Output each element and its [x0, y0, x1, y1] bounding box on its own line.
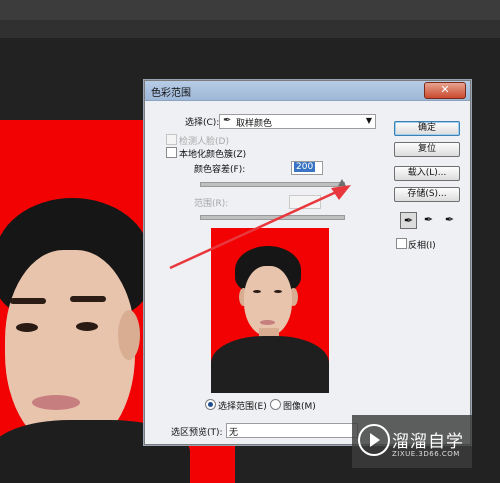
eye — [16, 323, 38, 332]
preview-select-value: 无 — [229, 428, 239, 438]
preview-eye — [274, 290, 282, 293]
dialog-titlebar[interactable]: 色彩范围 ✕ — [145, 81, 470, 101]
fuzziness-value: 200 — [294, 162, 316, 172]
watermark: 溜溜自学 ZIXUE.3D66.COM — [352, 415, 472, 468]
fuzziness-label: 颜色容差(F): — [194, 165, 246, 175]
eyebrow — [10, 298, 46, 304]
reset-button[interactable]: 复位 — [394, 142, 460, 157]
detect-faces-label: 检测人脸(D) — [179, 137, 229, 147]
annotation-arrow-line — [169, 186, 346, 270]
mouth — [32, 395, 80, 410]
watermark-url: ZIXUE.3D66.COM — [392, 450, 460, 458]
preview-mouth — [260, 320, 275, 325]
preview-face — [244, 266, 292, 336]
invert-checkbox[interactable] — [396, 238, 407, 249]
play-icon — [358, 424, 390, 456]
select-value: 取样颜色 — [236, 119, 273, 129]
select-label: 选择(C): — [185, 118, 220, 128]
close-button[interactable]: ✕ — [424, 82, 466, 99]
preview-select-label: 选区预览(T): — [171, 428, 223, 438]
app-options-bar — [0, 20, 500, 38]
eyedropper-icon: ✒ — [223, 115, 232, 126]
localized-clusters-label: 本地化颜色簇(Z) — [179, 150, 247, 160]
eyebrow — [70, 296, 106, 302]
ear — [118, 310, 140, 360]
eye — [76, 322, 98, 331]
localized-clusters-checkbox[interactable] — [166, 147, 177, 158]
fuzziness-input[interactable]: 200 — [291, 161, 323, 175]
image-radio-label: 图像(M) — [283, 402, 316, 412]
preview-jacket — [211, 336, 329, 393]
ok-button[interactable]: 确定 — [394, 121, 460, 136]
select-dropdown[interactable]: ✒ 取样颜色 ▼ — [219, 114, 376, 129]
add-to-sample-eyedropper-icon[interactable]: ✒ — [421, 212, 436, 227]
selection-radio[interactable] — [205, 399, 216, 410]
preview-eye — [253, 290, 261, 293]
invert-label: 反相(I) — [408, 241, 436, 251]
detect-faces-checkbox[interactable] — [166, 134, 177, 145]
selection-preview-dropdown[interactable]: 无 — [226, 423, 358, 438]
app-menu-bar — [0, 0, 500, 20]
save-button[interactable]: 存储(S)... — [394, 187, 460, 202]
chevron-down-icon: ▼ — [365, 116, 372, 125]
annotation-arrow — [169, 185, 351, 270]
eyedropper-tool-icon[interactable]: ✒ — [400, 212, 417, 229]
annotation-arrow-head — [331, 185, 351, 200]
close-icon: ✕ — [440, 83, 450, 96]
image-radio[interactable] — [270, 399, 281, 410]
watermark-name: 溜溜自学 — [392, 432, 464, 452]
load-button[interactable]: 载入(L)... — [394, 166, 460, 181]
selection-radio-label: 选择范围(E) — [218, 402, 267, 412]
subtract-from-sample-eyedropper-icon[interactable]: ✒ — [442, 212, 457, 227]
dialog-title: 色彩范围 — [151, 88, 191, 99]
